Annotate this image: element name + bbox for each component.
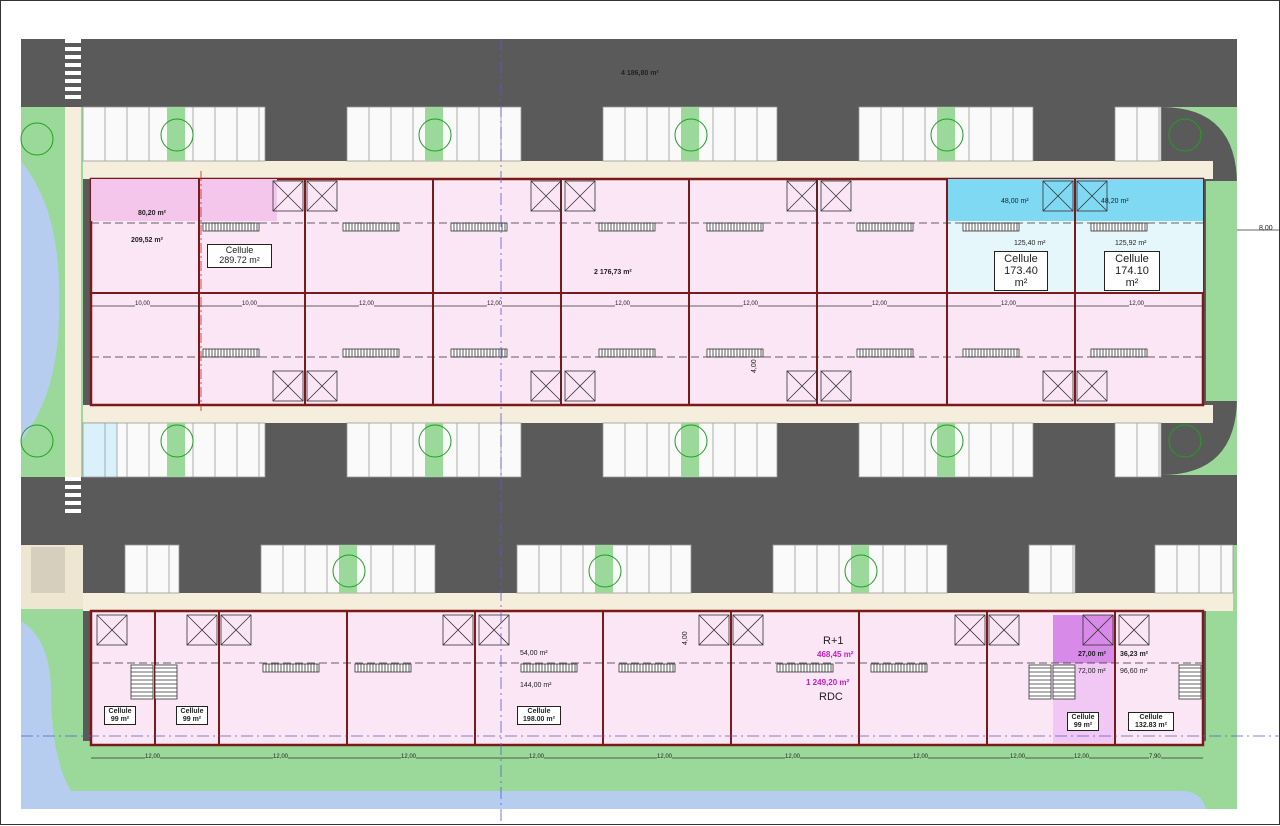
cell-3-area: 198.00 m² — [523, 715, 555, 723]
dimension-label: 12,00 — [872, 301, 888, 308]
area-80-label: 80,20 m² — [138, 210, 167, 217]
cell-1-label: Cellule — [108, 708, 132, 715]
cell-1-tag: Cellule 99 m² — [104, 706, 136, 726]
dimension-label: 12,00 — [785, 754, 801, 761]
area-36-label: 36,23 m² — [1120, 651, 1149, 658]
cell-3-label: Cellule — [527, 708, 551, 715]
area-96-label: 96,60 m² — [1120, 668, 1148, 675]
walkway-block2-top — [83, 593, 1233, 611]
plan-drawing — [20, 39, 1280, 821]
water-bottom — [21, 791, 1206, 809]
dimension-label: 12,00 — [359, 301, 375, 308]
grass-strip-right — [1206, 181, 1237, 401]
dimension-label: 12,00 — [1129, 301, 1145, 308]
block1-upper-cell-a — [91, 179, 277, 221]
cell-5-label: Cellule — [1139, 714, 1163, 721]
dimension-label: 12,00 — [401, 754, 417, 761]
dimension-label: 12,00 — [145, 754, 161, 761]
dimension-label: 7,90 — [1149, 754, 1161, 761]
dimension-label: 12,00 — [1074, 754, 1090, 761]
cell-b-area: 173.40 m² — [1004, 265, 1038, 290]
cell-1-area: 99 m² — [110, 715, 130, 723]
area-2176-label: 2 176,73 m² — [594, 269, 632, 276]
paved-bottom-left-inner — [31, 547, 65, 593]
dimension-label: 12,00 — [913, 754, 929, 761]
r1-area: 468,45 m² — [817, 650, 854, 659]
stair-tower — [154, 664, 178, 700]
r1-label: R+1 — [823, 635, 844, 647]
cell-5-area: 132.83 m² — [1135, 721, 1167, 729]
area-209-label: 209,52 m² — [131, 237, 163, 244]
dimension-label: 12,00 — [1001, 301, 1017, 308]
stair-tower — [130, 664, 154, 700]
area-72-label: 72,00 m² — [1078, 668, 1106, 675]
cell-c-ground: 125,92 m² — [1115, 240, 1147, 247]
dimension-label: 12,00 — [529, 754, 545, 761]
walkway-block1-top — [83, 161, 1213, 179]
cell-3-tag: Cellule 198.00 m² — [517, 706, 561, 726]
cell-2-label: Cellule — [180, 708, 204, 715]
dimension-label: 12,00 — [1010, 754, 1026, 761]
rdc-label: RDC — [819, 691, 843, 703]
cell-c-tag: Cellule 174.10 m² — [1104, 251, 1160, 292]
parking-bottom1 — [82, 422, 1162, 478]
dimension-label: 12,00 — [743, 301, 759, 308]
cell-5-tag: Cellule 132.83 m² — [1128, 712, 1174, 732]
stair-tower — [1028, 664, 1052, 700]
parking-cyan-spot — [82, 422, 118, 478]
area-27-label: 27,00 m² — [1078, 651, 1107, 658]
block2-stair-dim: 4,00 — [682, 631, 689, 645]
cell-4-tag: Cellule 99 m² — [1067, 712, 1099, 732]
cell-4-label: Cellule — [1071, 714, 1095, 721]
parking-top — [82, 106, 1162, 162]
cell-a-tag: Cellule 289.72 m² — [207, 244, 272, 268]
dimension-label: 12,00 — [615, 301, 631, 308]
dimension-label: 10,00 — [135, 301, 151, 308]
cell-b-ground: 125,40 m² — [1014, 240, 1046, 247]
cell-b-label: Cellule — [1004, 253, 1038, 265]
rdc-area: 1 249,20 m² — [806, 678, 850, 687]
cell-b-tag: Cellule 173.40 m² — [994, 251, 1048, 292]
stair-tower — [1052, 664, 1076, 700]
cell-c-upper: 48,20 m² — [1101, 198, 1129, 205]
cell-2-tag: Cellule 99 m² — [176, 706, 208, 726]
cell-b-upper: 48,00 m² — [1001, 198, 1029, 205]
stair-tower — [1178, 664, 1202, 700]
cell-a-area: 289.72 m² — [219, 254, 260, 265]
parking-top-block2 — [124, 544, 1234, 594]
total-area-label: 4 186,80 m² — [621, 70, 659, 77]
dimension-label: 12,00 — [487, 301, 503, 308]
site-plan: 4 186,80 m² 80,20 m² 209,52 m² Cellule 2… — [0, 0, 1280, 825]
side-dim-label: 8,00 — [1259, 225, 1273, 232]
dimension-label: 10,00 — [242, 301, 258, 308]
cell-c-label: Cellule — [1115, 253, 1149, 265]
dimension-label: 12,00 — [657, 754, 673, 761]
block1-cyan-c — [1075, 179, 1203, 221]
block1-stair-dim: 4,00 — [751, 359, 758, 373]
walkway-left — [65, 107, 81, 477]
cell-2-area: 99 m² — [182, 715, 202, 723]
dimension-label: 12,00 — [273, 754, 289, 761]
cell-c-area: 174.10 m² — [1115, 265, 1149, 290]
area-144-label: 144,00 m² — [520, 682, 552, 689]
cell-4-area: 99 m² — [1073, 721, 1093, 729]
area-54-label: 54,00 m² — [520, 650, 548, 657]
walkway-block1-bottom — [83, 405, 1213, 423]
